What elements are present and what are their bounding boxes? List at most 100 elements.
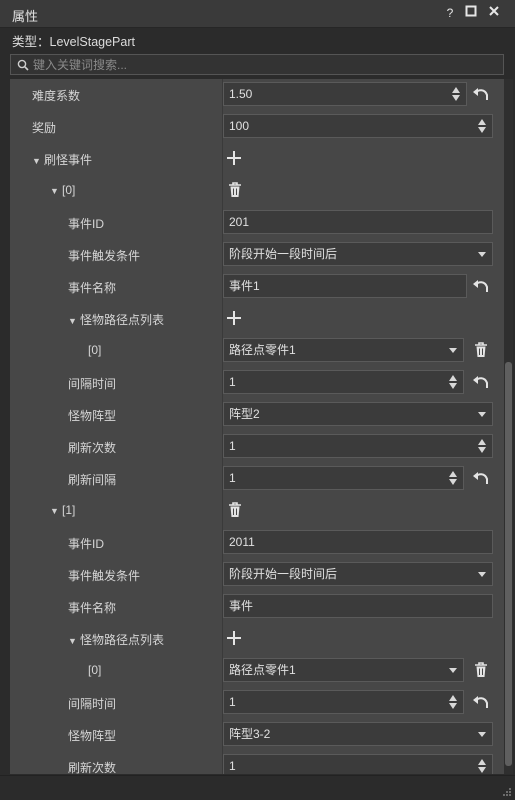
chevron-down-icon[interactable] bbox=[478, 732, 486, 737]
path-list-label[interactable]: ▼ 怪物路径点列表 bbox=[68, 311, 164, 328]
resize-grip-icon[interactable] bbox=[502, 787, 512, 797]
event-1-label[interactable]: ▼ [1] bbox=[50, 503, 75, 517]
search-box[interactable] bbox=[10, 54, 504, 75]
difficulty-label: 难度系数 bbox=[32, 89, 81, 103]
difficulty-value: 1.50 bbox=[229, 87, 253, 101]
row-event-1-interval: 间隔时间 1 bbox=[10, 687, 504, 719]
expand-triangle-icon[interactable]: ▼ bbox=[50, 186, 62, 196]
path-point-dropdown[interactable]: 路径点零件1 bbox=[223, 658, 464, 682]
row-event-1-id: 事件ID 2011 bbox=[10, 527, 504, 559]
difficulty-spinbox[interactable]: 1.50 bbox=[223, 82, 467, 106]
add-icon[interactable] bbox=[225, 309, 243, 327]
row-event-0-path-list: ▼ 怪物路径点列表 bbox=[10, 303, 504, 335]
chevron-down-icon[interactable] bbox=[478, 252, 486, 257]
interval-label: 间隔时间 bbox=[68, 697, 117, 711]
reset-icon[interactable] bbox=[472, 469, 490, 487]
chevron-down-icon[interactable] bbox=[449, 348, 457, 353]
close-icon[interactable] bbox=[486, 5, 502, 21]
count-label: 刷新次数 bbox=[68, 761, 117, 774]
path-list-label[interactable]: ▼ 怪物路径点列表 bbox=[68, 631, 164, 648]
spinner-arrows-icon[interactable] bbox=[478, 758, 486, 774]
reward-label: 奖励 bbox=[32, 121, 57, 135]
event-id-label: 事件ID bbox=[68, 537, 105, 551]
add-icon[interactable] bbox=[225, 629, 243, 647]
reset-icon[interactable] bbox=[472, 277, 490, 295]
chevron-down-icon[interactable] bbox=[478, 572, 486, 577]
expand-triangle-icon[interactable]: ▼ bbox=[50, 506, 62, 516]
chevron-down-icon[interactable] bbox=[478, 412, 486, 417]
event-name-label: 事件名称 bbox=[68, 281, 117, 295]
row-difficulty: 难度系数 1.50 bbox=[10, 79, 504, 111]
path-index-label: [0] bbox=[88, 663, 102, 677]
add-icon[interactable] bbox=[225, 149, 243, 167]
reward-spinbox[interactable]: 100 bbox=[223, 114, 493, 138]
formation-dropdown[interactable]: 阵型3-2 bbox=[223, 722, 493, 746]
count-spinbox[interactable]: 1 bbox=[223, 754, 493, 774]
spinner-arrows-icon[interactable] bbox=[449, 470, 457, 486]
search-icon bbox=[17, 59, 29, 71]
event-id-input[interactable]: 201 bbox=[223, 210, 493, 234]
spinner-arrows-icon[interactable] bbox=[478, 438, 486, 454]
row-event-1-path-0: [0] 路径点零件1 bbox=[10, 655, 504, 687]
chevron-down-icon[interactable] bbox=[449, 668, 457, 673]
help-button[interactable]: ? bbox=[442, 5, 458, 21]
path-point-dropdown[interactable]: 路径点零件1 bbox=[223, 338, 464, 362]
reset-icon[interactable] bbox=[472, 85, 490, 103]
row-event-0-trigger: 事件触发条件 阶段开始一段时间后 bbox=[10, 239, 504, 271]
trigger-dropdown[interactable]: 阶段开始一段时间后 bbox=[223, 562, 493, 586]
formation-dropdown[interactable]: 阵型2 bbox=[223, 402, 493, 426]
spawn-events-label[interactable]: ▼ 刷怪事件 bbox=[32, 151, 92, 168]
spinner-arrows-icon[interactable] bbox=[452, 86, 460, 102]
property-panel: 难度系数 1.50 奖励 100 ▼ 刷怪事件 ▼ [0] 事件ID 201 事件触… bbox=[10, 79, 504, 774]
delete-icon[interactable] bbox=[226, 501, 244, 519]
expand-triangle-icon[interactable]: ▼ bbox=[68, 316, 80, 326]
row-event-0-interval: 间隔时间 1 bbox=[10, 367, 504, 399]
event-name-input[interactable]: 事件1 bbox=[223, 274, 467, 298]
row-event-0: ▼ [0] bbox=[10, 175, 504, 207]
row-event-1-trigger: 事件触发条件 阶段开始一段时间后 bbox=[10, 559, 504, 591]
trigger-label: 事件触发条件 bbox=[68, 249, 141, 263]
event-id-input[interactable]: 2011 bbox=[223, 530, 493, 554]
count-label: 刷新次数 bbox=[68, 441, 117, 455]
delete-icon[interactable] bbox=[226, 181, 244, 199]
row-spawn-events: ▼ 刷怪事件 bbox=[10, 143, 504, 175]
count-spinbox[interactable]: 1 bbox=[223, 434, 493, 458]
status-bar bbox=[0, 775, 515, 800]
window-title: 属性 bbox=[12, 9, 39, 24]
refresh-interval-spinbox[interactable]: 1 bbox=[223, 466, 464, 490]
reward-value: 100 bbox=[229, 119, 250, 133]
formation-label: 怪物阵型 bbox=[68, 729, 117, 743]
delete-icon[interactable] bbox=[472, 341, 490, 359]
reset-icon[interactable] bbox=[472, 693, 490, 711]
row-event-1-name: 事件名称 事件 bbox=[10, 591, 504, 623]
interval-spinbox[interactable]: 1 bbox=[223, 690, 464, 714]
refresh-interval-label: 刷新间隔 bbox=[68, 473, 117, 487]
trigger-dropdown[interactable]: 阶段开始一段时间后 bbox=[223, 242, 493, 266]
row-event-0-count: 刷新次数 1 bbox=[10, 431, 504, 463]
event-name-input[interactable]: 事件 bbox=[223, 594, 493, 618]
event-0-label[interactable]: ▼ [0] bbox=[50, 183, 75, 197]
event-name-label: 事件名称 bbox=[68, 601, 117, 615]
delete-icon[interactable] bbox=[472, 661, 490, 679]
row-reward: 奖励 100 bbox=[10, 111, 504, 143]
vertical-scrollbar[interactable] bbox=[504, 79, 513, 774]
row-event-1-path-list: ▼ 怪物路径点列表 bbox=[10, 623, 504, 655]
expand-triangle-icon[interactable]: ▼ bbox=[32, 156, 44, 166]
reset-icon[interactable] bbox=[472, 373, 490, 391]
trigger-label: 事件触发条件 bbox=[68, 569, 141, 583]
maximize-icon[interactable] bbox=[463, 5, 479, 21]
formation-label: 怪物阵型 bbox=[68, 409, 117, 423]
row-event-0-formation: 怪物阵型 阵型2 bbox=[10, 399, 504, 431]
search-input[interactable] bbox=[33, 56, 493, 73]
spinner-arrows-icon[interactable] bbox=[478, 118, 486, 134]
event-id-label: 事件ID bbox=[68, 217, 105, 231]
spinner-arrows-icon[interactable] bbox=[449, 374, 457, 390]
interval-label: 间隔时间 bbox=[68, 377, 117, 391]
interval-spinbox[interactable]: 1 bbox=[223, 370, 464, 394]
spinner-arrows-icon[interactable] bbox=[449, 694, 457, 710]
row-event-1-count: 刷新次数 1 bbox=[10, 751, 504, 774]
row-event-0-name: 事件名称 事件1 bbox=[10, 271, 504, 303]
scrollbar-thumb[interactable] bbox=[505, 362, 512, 766]
expand-triangle-icon[interactable]: ▼ bbox=[68, 636, 80, 646]
row-event-0-id: 事件ID 201 bbox=[10, 207, 504, 239]
